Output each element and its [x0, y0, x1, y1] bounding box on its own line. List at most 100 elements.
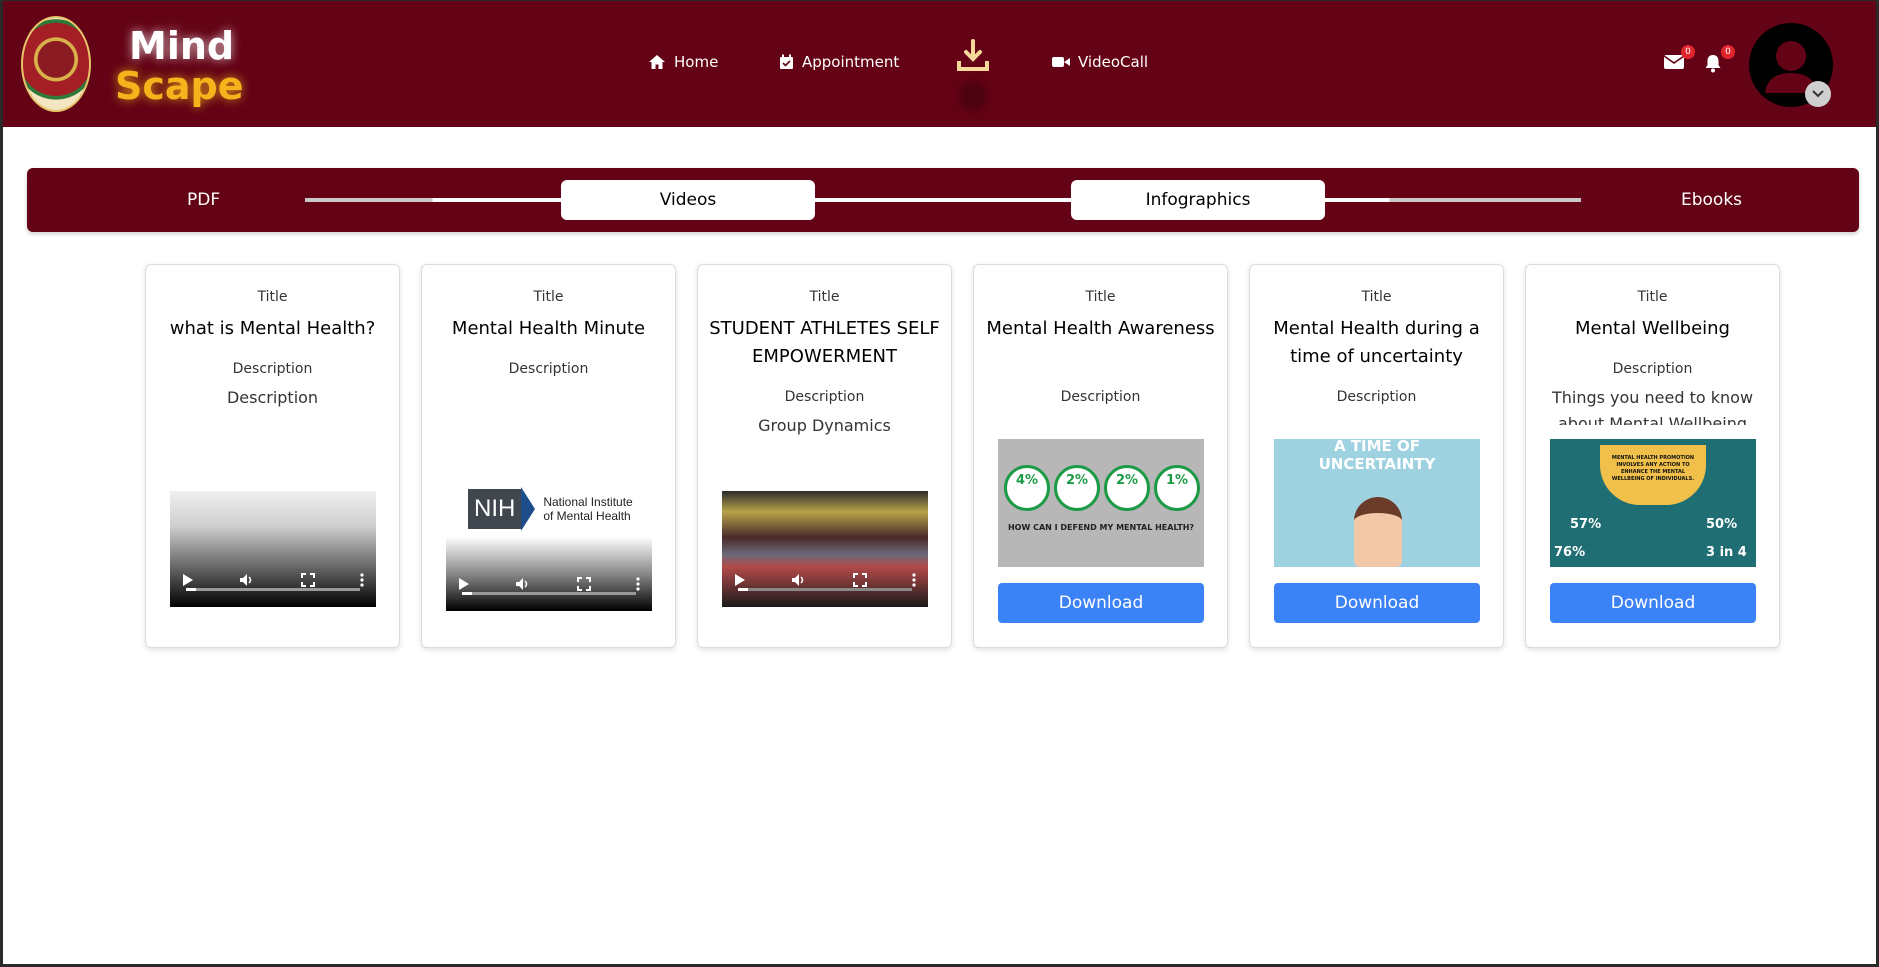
video-player[interactable]: NIH National Institute of Mental Health	[446, 487, 652, 611]
card-description: Group Dynamics	[758, 416, 891, 435]
nih-name-line-2: of Mental Health	[543, 509, 631, 523]
resource-card: Title what is Mental Health? Description…	[145, 264, 400, 648]
video-controls	[458, 577, 640, 591]
messages-button[interactable]: 0	[1663, 45, 1695, 73]
stat-value: 57%	[1570, 517, 1602, 532]
download-button[interactable]: Download	[998, 583, 1204, 623]
brand-logo[interactable]: Mind Scape	[115, 27, 244, 105]
card-description: Description	[226, 388, 319, 407]
resource-card: Title STUDENT ATHLETES SELF EMPOWERMENT …	[697, 264, 952, 648]
card-title: what is Mental Health?	[169, 318, 376, 339]
play-icon[interactable]	[182, 573, 194, 587]
card-title: STUDENT ATHLETES SELF EMPOWERMENT	[709, 318, 940, 367]
card-title: Mental Health during a time of uncertain…	[1273, 318, 1480, 367]
bell-icon	[1705, 55, 1721, 73]
description-label: Description	[508, 361, 589, 377]
tab-track	[305, 198, 1581, 202]
home-icon	[649, 55, 665, 69]
stat-circle: 1%	[1154, 465, 1200, 511]
fullscreen-icon[interactable]	[576, 577, 591, 591]
volume-icon[interactable]	[515, 577, 531, 591]
tab-pdf[interactable]: PDF	[75, 180, 329, 220]
resource-card: Title Mental Health Minute Description N…	[421, 264, 676, 648]
notifications-button[interactable]: 0	[1703, 45, 1735, 73]
stat-circle: 4%	[1004, 465, 1050, 511]
infographic-thumbnail[interactable]: A TIME OF UNCERTAINTY	[1274, 439, 1480, 567]
resource-card: Title Mental Wellbeing Description Thing…	[1525, 264, 1780, 648]
download-button[interactable]: Download	[1550, 583, 1756, 623]
video-player[interactable]	[170, 491, 376, 607]
nih-logo: NIH National Institute of Mental Health	[468, 487, 633, 531]
resource-card: Title Mental Health during a time of unc…	[1249, 264, 1504, 648]
mail-badge: 0	[1681, 45, 1695, 59]
volume-icon[interactable]	[239, 573, 255, 587]
nav-videocall[interactable]: VideoCall	[1052, 53, 1148, 71]
video-progress-bar[interactable]	[462, 592, 636, 595]
video-player[interactable]	[722, 491, 928, 607]
stat-circle: 2%	[1054, 465, 1100, 511]
stat-value: 3 in 4	[1706, 545, 1747, 560]
play-icon[interactable]	[458, 577, 470, 591]
title-label: Title	[1085, 289, 1116, 305]
infographic-thumbnail[interactable]: MENTAL HEALTH PROMOTION INVOLVES ANY ACT…	[1550, 439, 1756, 567]
stat-value: 50%	[1706, 517, 1738, 532]
nav-appointment-label: Appointment	[802, 53, 900, 71]
description-label: Description	[784, 389, 865, 405]
tab-infographics[interactable]: Infographics	[1071, 180, 1325, 220]
resource-card: Title Mental Health Awareness Descriptio…	[973, 264, 1228, 648]
video-camera-icon	[1052, 57, 1070, 67]
infographic-heading: A TIME OF UNCERTAINTY	[1318, 439, 1436, 473]
stat-value: 76%	[1554, 545, 1586, 560]
nih-name: National Institute of Mental Health	[543, 495, 632, 523]
video-controls	[182, 573, 364, 587]
nav-home-label: Home	[674, 53, 719, 71]
more-options-icon[interactable]	[636, 577, 640, 591]
infographic-thumbnail[interactable]: 4% 2% 2% 1% HOW CAN I DEFEND MY MENTAL H…	[998, 439, 1204, 567]
description-label: Description	[232, 361, 313, 377]
chevron-down-icon	[1812, 90, 1824, 98]
tab-ebooks[interactable]: Ebooks	[1577, 180, 1831, 220]
nav-appointment[interactable]: Appointment	[779, 53, 899, 71]
video-progress-bar[interactable]	[186, 588, 360, 591]
title-label: Title	[257, 289, 288, 305]
fullscreen-icon[interactable]	[852, 573, 867, 587]
more-options-icon[interactable]	[360, 573, 364, 587]
download-icon[interactable]	[956, 39, 990, 73]
nih-name-line-1: National Institute	[543, 495, 633, 509]
top-navbar: Mind Scape Home Appointment VideoCall 0 …	[3, 1, 1876, 127]
play-icon[interactable]	[734, 573, 746, 587]
description-label: Description	[1060, 389, 1141, 405]
stat-circle: 2%	[1104, 465, 1150, 511]
nih-arrow-shape	[521, 487, 536, 531]
card-description: Things you need to know about Mental Wel…	[1551, 388, 1754, 425]
user-menu-toggle[interactable]	[1805, 81, 1831, 107]
more-options-icon[interactable]	[912, 573, 916, 587]
nav-videocall-label: VideoCall	[1078, 53, 1149, 71]
volume-icon[interactable]	[791, 573, 807, 587]
video-progress-bar[interactable]	[738, 588, 912, 591]
promotion-banner: MENTAL HEALTH PROMOTION INVOLVES ANY ACT…	[1600, 445, 1706, 505]
brand-line-2: Scape	[115, 64, 244, 108]
title-label: Title	[533, 289, 564, 305]
fullscreen-icon[interactable]	[300, 573, 315, 587]
description-label: Description	[1336, 389, 1417, 405]
description-label: Description	[1612, 361, 1693, 377]
download-button[interactable]: Download	[1274, 583, 1480, 623]
person-illustration	[1354, 497, 1402, 567]
card-title: Mental Wellbeing	[1575, 318, 1730, 339]
nav-home[interactable]: Home	[648, 53, 718, 71]
brand-line-1: Mind	[129, 24, 235, 68]
title-label: Title	[809, 289, 840, 305]
resource-tabs: PDF Videos Infographics Ebooks	[27, 168, 1859, 232]
university-seal-logo	[21, 16, 91, 112]
infographic-question: HOW CAN I DEFEND MY MENTAL HEALTH?	[1007, 523, 1195, 532]
calendar-icon	[780, 54, 793, 69]
card-title: Mental Health Awareness	[986, 318, 1215, 339]
tab-videos[interactable]: Videos	[561, 180, 815, 220]
nih-abbreviation: NIH	[468, 489, 522, 529]
card-title: Mental Health Minute	[451, 318, 646, 339]
video-controls	[734, 573, 916, 587]
title-label: Title	[1637, 289, 1668, 305]
title-label: Title	[1361, 289, 1392, 305]
download-indicator	[958, 81, 988, 111]
